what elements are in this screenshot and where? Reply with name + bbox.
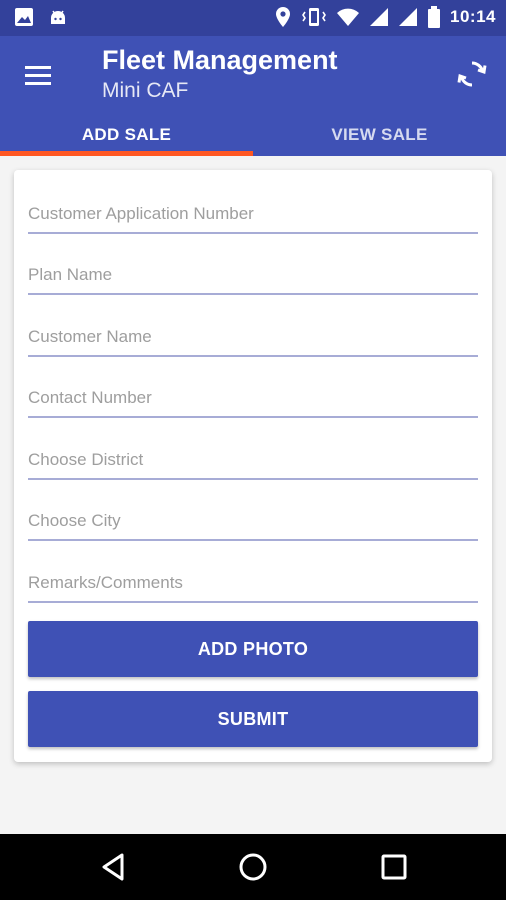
app-subtitle: Mini CAF: [102, 79, 189, 102]
recents-icon[interactable]: [377, 850, 411, 884]
plan-name-placeholder[interactable]: Plan Name: [28, 265, 112, 285]
customer-application-number-field[interactable]: Customer Application Number: [28, 184, 478, 234]
battery-icon: [427, 6, 441, 28]
vibrate-icon: [301, 6, 327, 28]
choose-district-placeholder[interactable]: Choose District: [28, 450, 143, 470]
customer-name-field[interactable]: Customer Name: [28, 307, 478, 357]
home-icon[interactable]: [236, 850, 270, 884]
wifi-icon: [336, 7, 360, 27]
status-bar-left: [14, 7, 68, 27]
app-bar: Fleet Management Mini CAF: [0, 36, 506, 114]
location-icon: [274, 6, 292, 28]
status-bar-right: 10:14: [274, 6, 496, 28]
app-title: Fleet Management: [102, 45, 338, 75]
navigation-bar: [0, 834, 506, 900]
refresh-icon[interactable]: [456, 58, 488, 90]
remarks-comments-placeholder[interactable]: Remarks/Comments: [28, 573, 183, 593]
plan-name-field[interactable]: Plan Name: [28, 245, 478, 295]
status-bar: 10:14: [0, 0, 506, 36]
tab-view-sale[interactable]: VIEW SALE: [253, 114, 506, 156]
submit-button[interactable]: SUBMIT: [28, 691, 478, 747]
choose-city-placeholder[interactable]: Choose City: [28, 511, 121, 531]
remarks-comments-field[interactable]: Remarks/Comments: [28, 553, 478, 603]
signal-icon: [398, 7, 418, 27]
title-block: Fleet Management Mini CAF: [102, 44, 338, 106]
customer-name-placeholder[interactable]: Customer Name: [28, 327, 152, 347]
add-photo-button[interactable]: ADD PHOTO: [28, 621, 478, 677]
add-sale-form-card: Customer Application Number Plan Name Cu…: [14, 170, 492, 762]
tab-bar: ADD SALE VIEW SALE: [0, 114, 506, 156]
image-icon: [14, 7, 34, 27]
menu-icon[interactable]: [22, 59, 54, 91]
status-time: 10:14: [450, 7, 496, 26]
android-icon: [48, 7, 68, 27]
contact-number-field[interactable]: Contact Number: [28, 368, 478, 418]
customer-application-number-placeholder[interactable]: Customer Application Number: [28, 204, 254, 224]
signal-icon: [369, 7, 389, 27]
tab-add-sale[interactable]: ADD SALE: [0, 114, 253, 156]
contact-number-placeholder[interactable]: Contact Number: [28, 388, 152, 408]
choose-district-field[interactable]: Choose District: [28, 430, 478, 480]
back-icon[interactable]: [96, 850, 130, 884]
choose-city-field[interactable]: Choose City: [28, 491, 478, 541]
